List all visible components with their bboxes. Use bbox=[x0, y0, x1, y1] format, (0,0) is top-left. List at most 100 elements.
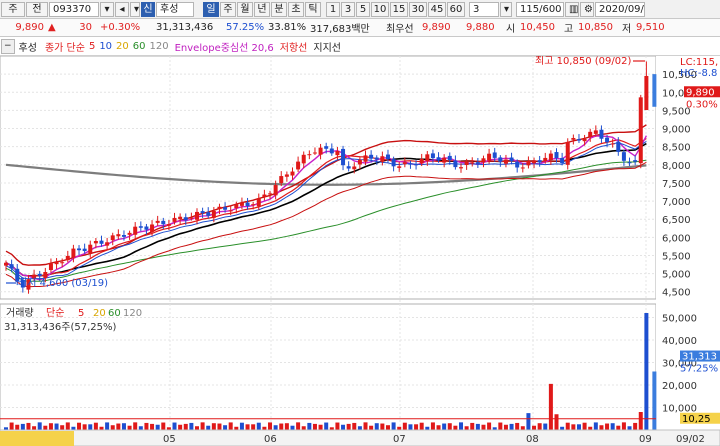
collapse-icon[interactable]: − bbox=[1, 38, 15, 54]
gear-icon[interactable]: ⚙ bbox=[580, 1, 594, 17]
tab-4[interactable]: 분 bbox=[271, 1, 287, 17]
candle-body bbox=[543, 157, 548, 162]
volume-ma-period: 20 bbox=[93, 308, 106, 319]
ma-period-60: 60 bbox=[132, 40, 146, 52]
interval-5[interactable]: 5 bbox=[356, 1, 370, 17]
tab-3[interactable]: 년 bbox=[254, 1, 270, 17]
volume-bar bbox=[324, 422, 329, 430]
candle-body bbox=[492, 152, 497, 158]
tab-2[interactable]: 월 bbox=[237, 1, 253, 17]
count-field[interactable]: 115/600 bbox=[516, 1, 564, 17]
price-chart[interactable]: 10,50010,0009,5009,0008,5008,0007,5007,0… bbox=[0, 56, 720, 446]
tab-1[interactable]: 주 bbox=[220, 1, 236, 17]
chevron-down-icon[interactable]: ▾ bbox=[500, 1, 512, 17]
candle-body bbox=[290, 171, 295, 176]
current-pct-label: 0.30% bbox=[686, 99, 718, 110]
volume-bar bbox=[498, 422, 503, 430]
candle-body bbox=[88, 244, 93, 254]
volume-bar bbox=[133, 422, 138, 430]
ma-label[interactable]: 종가 단순 bbox=[41, 39, 89, 54]
resistance-label[interactable]: 저항선 bbox=[280, 39, 314, 54]
price-tick-label: 8,500 bbox=[662, 143, 691, 154]
candle-body bbox=[554, 152, 559, 159]
interval-60[interactable]: 60 bbox=[447, 1, 465, 17]
market-select[interactable]: 주 bbox=[1, 1, 25, 17]
volume-bar bbox=[627, 426, 632, 430]
volume-bar bbox=[537, 423, 542, 430]
interval-15[interactable]: 15 bbox=[390, 1, 408, 17]
candle-body bbox=[560, 157, 565, 164]
volume-bar bbox=[363, 422, 368, 430]
candle-body bbox=[183, 217, 188, 221]
volume-bar bbox=[54, 423, 59, 430]
support-label[interactable]: 지지선 bbox=[313, 39, 341, 54]
candle-body bbox=[447, 155, 452, 161]
low-price: 9,510 bbox=[636, 22, 665, 33]
volume-bar bbox=[77, 422, 82, 430]
volume-bar bbox=[408, 424, 413, 430]
volume-bar bbox=[121, 423, 126, 430]
x-tick-label: 06 bbox=[264, 434, 277, 445]
candle-body bbox=[296, 161, 301, 170]
interval-1[interactable]: 1 bbox=[326, 1, 340, 17]
volume-ma-value: 10,25 bbox=[682, 414, 711, 425]
candle-body bbox=[526, 161, 531, 166]
open-label: 시 bbox=[506, 24, 516, 35]
volume-bar bbox=[251, 424, 256, 430]
tab-0[interactable]: 일 bbox=[203, 1, 219, 17]
volume-bar bbox=[571, 424, 576, 430]
volume-bar bbox=[161, 422, 166, 430]
volume-bar bbox=[481, 424, 486, 430]
volume-bar bbox=[15, 424, 20, 430]
envelope-label[interactable]: Envelope중심선 20,6 bbox=[175, 39, 280, 54]
lc-label: LC:115, bbox=[680, 57, 718, 68]
candle-body bbox=[509, 157, 514, 161]
interval-10[interactable]: 10 bbox=[371, 1, 389, 17]
volume-bar bbox=[116, 423, 121, 430]
candle-body bbox=[110, 235, 115, 241]
date-field[interactable]: 2020/09/0 bbox=[595, 1, 645, 17]
price-tick-label: 9,000 bbox=[662, 125, 691, 136]
volume-bar bbox=[37, 422, 42, 430]
chart-icon[interactable]: ▥ bbox=[565, 1, 579, 17]
interval-3[interactable]: 3 bbox=[341, 1, 355, 17]
candle-body bbox=[459, 167, 464, 169]
volume-bar bbox=[65, 422, 70, 430]
search-icon[interactable]: ▾ bbox=[100, 1, 114, 17]
candle-body bbox=[65, 255, 70, 261]
volume-bar bbox=[82, 424, 87, 430]
chart-grid bbox=[0, 56, 720, 446]
volume-bar bbox=[144, 422, 149, 430]
volume-bar bbox=[60, 425, 65, 430]
period-select[interactable]: 전 bbox=[26, 1, 48, 17]
volume-bar bbox=[576, 424, 581, 430]
interval-45[interactable]: 45 bbox=[428, 1, 446, 17]
period-tabs: 일주월년분초틱 bbox=[202, 1, 321, 17]
current-price-label: 9,890 bbox=[686, 87, 715, 98]
candle-body bbox=[211, 211, 216, 218]
candle-body bbox=[380, 156, 385, 162]
volume-bar bbox=[155, 424, 160, 430]
interval-select[interactable]: 3 bbox=[469, 1, 499, 17]
tab-6[interactable]: 틱 bbox=[305, 1, 321, 17]
volume-bar bbox=[352, 422, 357, 430]
volume-ma-period: 5 bbox=[78, 308, 84, 319]
volume-bar bbox=[503, 424, 508, 430]
chevron-down-icon[interactable]: ▾ bbox=[130, 1, 140, 17]
tab-5[interactable]: 초 bbox=[288, 1, 304, 17]
ma-period-20: 20 bbox=[116, 40, 129, 52]
volume-bar bbox=[88, 424, 93, 430]
candle-body bbox=[48, 263, 53, 271]
high-label: 고 bbox=[564, 24, 574, 35]
volume-bar bbox=[43, 425, 48, 430]
low-annotation: 최저 4,600 (03/19) bbox=[18, 277, 108, 289]
interval-buttons: 1 3 5 10 15 30 45 60 bbox=[325, 1, 465, 17]
code-input[interactable]: 093370 bbox=[49, 1, 99, 17]
volume-bar bbox=[228, 422, 233, 430]
candle-body bbox=[610, 143, 615, 145]
candle-body bbox=[133, 226, 138, 235]
x-tick-label: 08 bbox=[526, 434, 539, 445]
candle-body bbox=[150, 224, 155, 232]
speaker-icon[interactable]: ◂ bbox=[115, 1, 129, 17]
interval-30[interactable]: 30 bbox=[409, 1, 427, 17]
